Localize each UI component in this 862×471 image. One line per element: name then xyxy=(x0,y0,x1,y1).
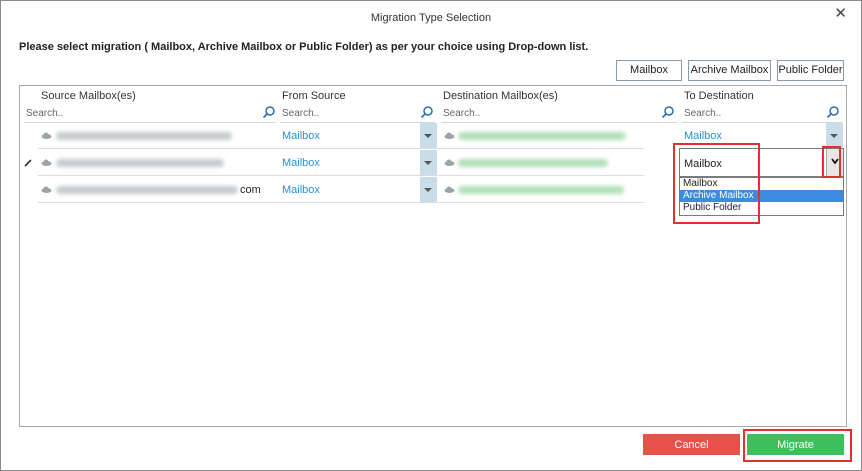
search-to-destination[interactable]: Search.. xyxy=(682,105,842,123)
source-mailbox-suffix: com xyxy=(240,184,261,196)
cloud-icon xyxy=(41,159,52,166)
migration-grid: Source Mailbox(es) From Source Destinati… xyxy=(19,85,847,427)
dropdown-arrow-icon xyxy=(424,134,432,138)
to-destination-dropdown[interactable] xyxy=(826,123,843,148)
search-placeholder: Search.. xyxy=(26,108,64,119)
migrate-button[interactable]: Migrate xyxy=(747,434,844,455)
search-icon[interactable] xyxy=(262,105,276,119)
cancel-button[interactable]: Cancel xyxy=(643,434,740,455)
source-mailbox-redacted xyxy=(56,159,224,167)
search-icon[interactable] xyxy=(420,105,434,119)
from-source-value[interactable]: Mailbox xyxy=(282,130,320,142)
row-divider xyxy=(38,148,644,149)
cloud-icon xyxy=(444,159,455,166)
destination-mailbox-redacted xyxy=(458,186,624,194)
archive-mailbox-button[interactable]: Archive Mailbox xyxy=(688,60,771,81)
search-placeholder: Search.. xyxy=(443,108,481,119)
search-placeholder: Search.. xyxy=(282,108,320,119)
from-source-dropdown[interactable] xyxy=(420,177,437,202)
source-mailbox-redacted xyxy=(56,186,238,194)
search-destination-mailboxes[interactable]: Search.. xyxy=(441,105,677,123)
dropdown-arrow-icon xyxy=(424,188,432,192)
from-source-value[interactable]: Mailbox xyxy=(282,157,320,169)
from-source-value[interactable]: Mailbox xyxy=(282,184,320,196)
column-header-from-source[interactable]: From Source xyxy=(282,90,346,102)
search-source-mailboxes[interactable]: Search.. xyxy=(24,105,276,123)
migration-type-dialog: Migration Type Selection ✕ Please select… xyxy=(0,0,862,471)
cloud-icon xyxy=(41,132,52,139)
pencil-icon xyxy=(24,159,32,167)
cloud-icon xyxy=(41,186,52,193)
dropdown-arrow-icon xyxy=(424,161,432,165)
dropdown-arrow-icon xyxy=(830,134,838,138)
public-folder-button[interactable]: Public Folder xyxy=(777,60,844,81)
search-icon[interactable] xyxy=(826,105,840,119)
row-divider xyxy=(38,202,644,203)
title-bar: Migration Type Selection ✕ xyxy=(1,1,861,35)
cloud-icon xyxy=(444,186,455,193)
destination-mailbox-redacted xyxy=(458,159,608,167)
search-from-source[interactable]: Search.. xyxy=(280,105,435,123)
dialog-title: Migration Type Selection xyxy=(370,12,492,24)
column-header-to-destination[interactable]: To Destination xyxy=(684,90,754,102)
destination-mailbox-redacted xyxy=(458,132,626,140)
to-destination-value[interactable]: Mailbox xyxy=(684,130,722,142)
row-divider xyxy=(38,175,644,176)
highlight-box-toggle xyxy=(822,146,841,178)
search-placeholder: Search.. xyxy=(684,108,722,119)
column-header-source-mailboxes[interactable]: Source Mailbox(es) xyxy=(41,90,136,102)
mailbox-button[interactable]: Mailbox xyxy=(616,60,682,81)
column-header-destination-mailboxes[interactable]: Destination Mailbox(es) xyxy=(443,90,558,102)
from-source-dropdown[interactable] xyxy=(420,150,437,175)
highlight-box-select xyxy=(673,143,760,224)
cloud-icon xyxy=(444,132,455,139)
source-mailbox-redacted xyxy=(56,132,232,140)
from-source-dropdown[interactable] xyxy=(420,123,437,148)
instruction-text: Please select migration ( Mailbox, Archi… xyxy=(19,41,589,53)
search-icon[interactable] xyxy=(661,105,675,119)
close-icon[interactable]: ✕ xyxy=(834,4,847,22)
